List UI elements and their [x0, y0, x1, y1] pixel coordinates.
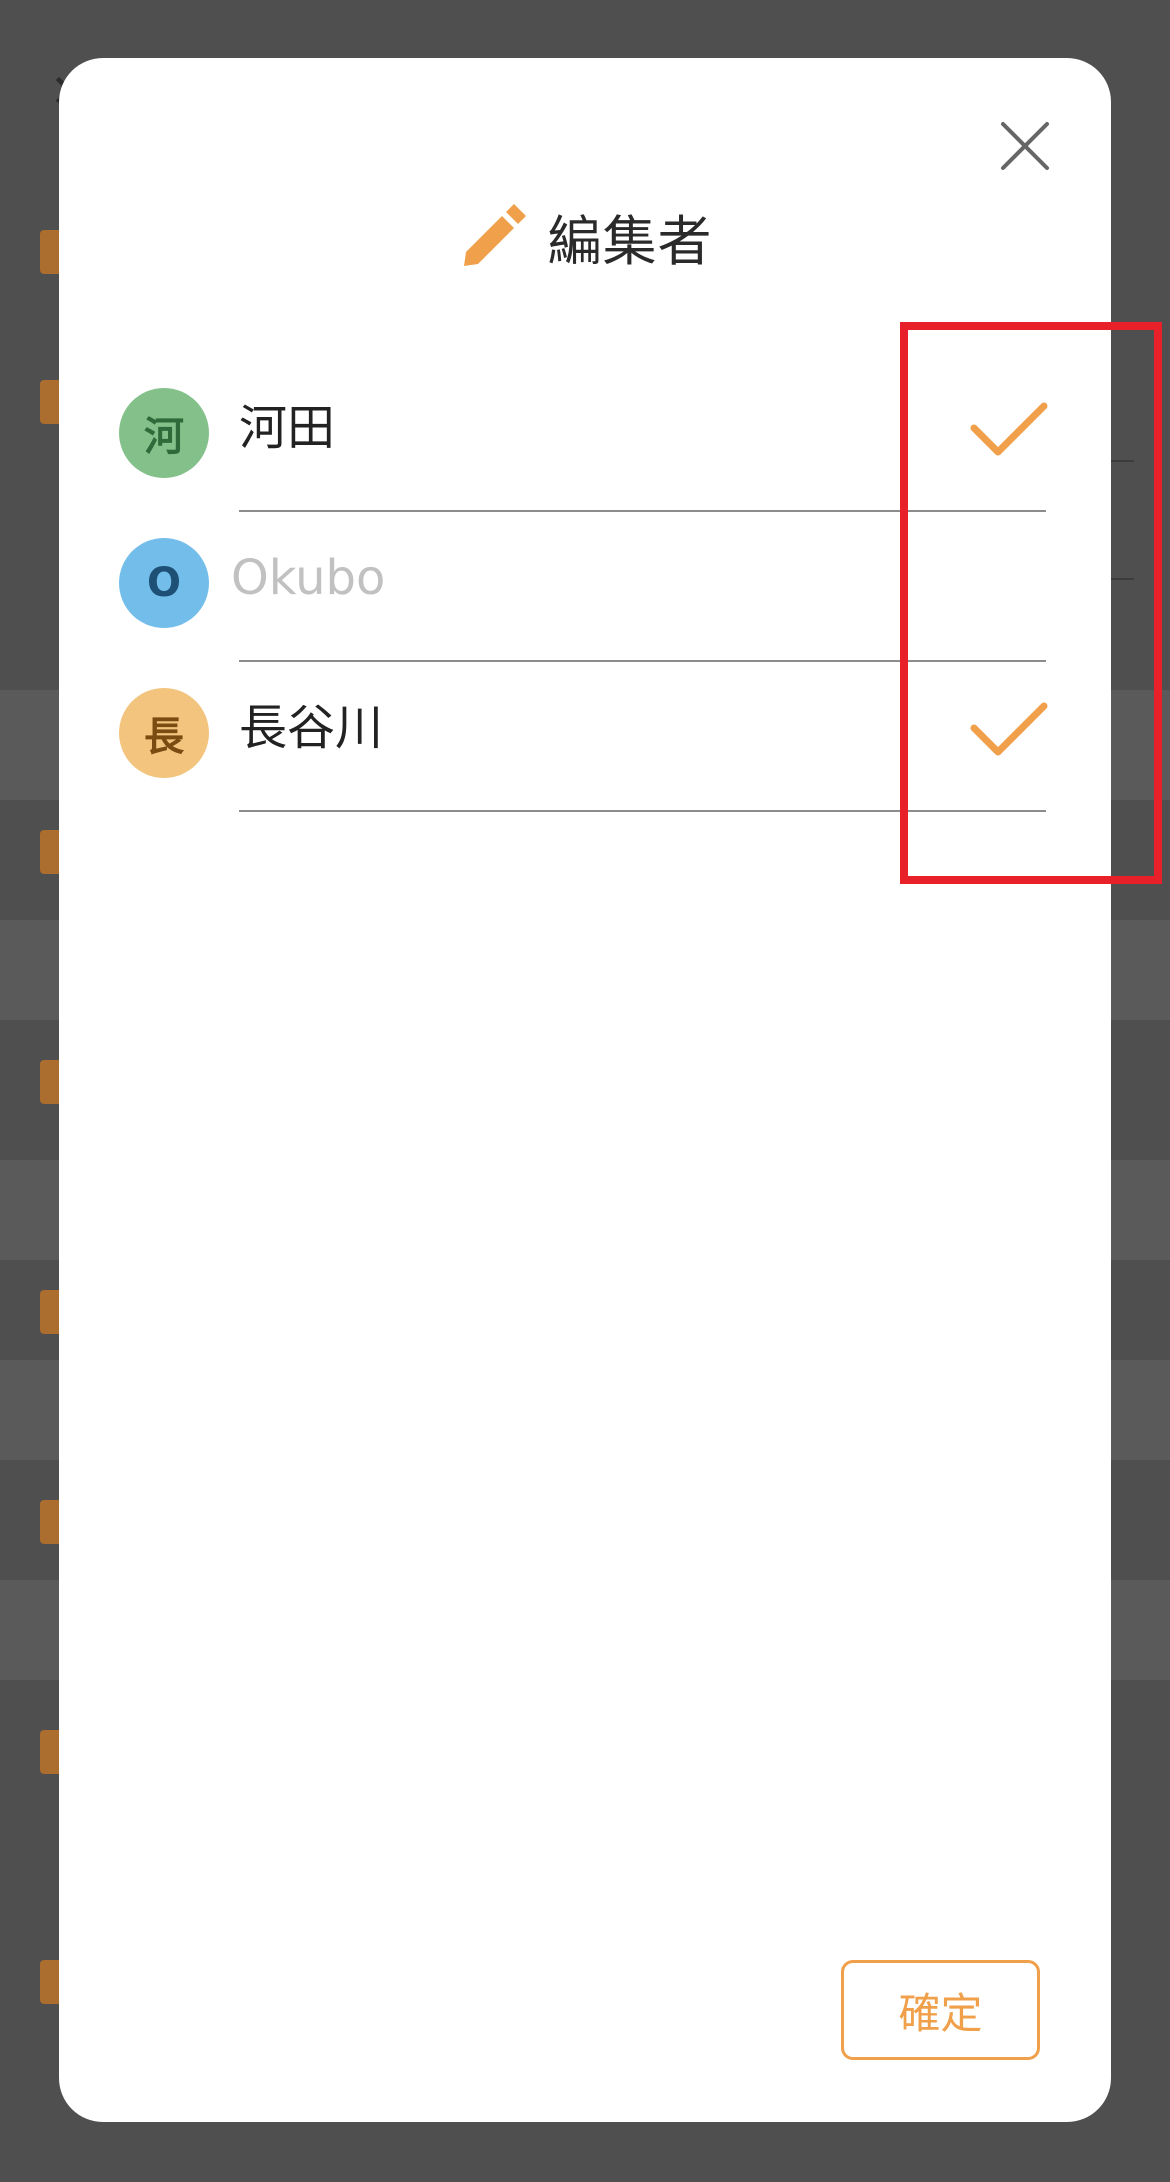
editor-name: Okubo [231, 550, 386, 606]
dialog-header: 編集者 [59, 186, 1111, 286]
avatar: 河 [119, 388, 209, 478]
close-icon [1001, 122, 1049, 170]
checkmark-icon[interactable] [964, 388, 1054, 478]
avatar-initial: 長 [144, 714, 184, 760]
editor-row[interactable]: 長 長谷川 [59, 688, 1111, 838]
dialog-title: 編集者 [547, 209, 713, 273]
editor-selection-dialog: 編集者 河 河田 O Okubo 長 長谷川 確定 [59, 58, 1111, 2122]
row-divider [239, 810, 1046, 812]
avatar-initial: O [146, 560, 181, 606]
avatar: O [119, 538, 209, 628]
editor-row[interactable]: 河 河田 [59, 388, 1111, 538]
background-divider [1110, 578, 1134, 580]
avatar-initial: 河 [144, 414, 184, 460]
checkmark-icon[interactable] [964, 688, 1054, 778]
editor-name: 河田 [239, 400, 336, 456]
background-divider [1110, 460, 1134, 462]
confirm-button[interactable]: 確定 [841, 1960, 1040, 2060]
row-divider [239, 660, 1046, 662]
avatar: 長 [119, 688, 209, 778]
editor-row[interactable]: O Okubo [59, 538, 1111, 688]
row-divider [239, 510, 1046, 512]
background-divider [1110, 327, 1134, 329]
close-button[interactable] [985, 106, 1065, 186]
editor-name: 長谷川 [239, 700, 384, 756]
pencil-icon [463, 204, 526, 266]
